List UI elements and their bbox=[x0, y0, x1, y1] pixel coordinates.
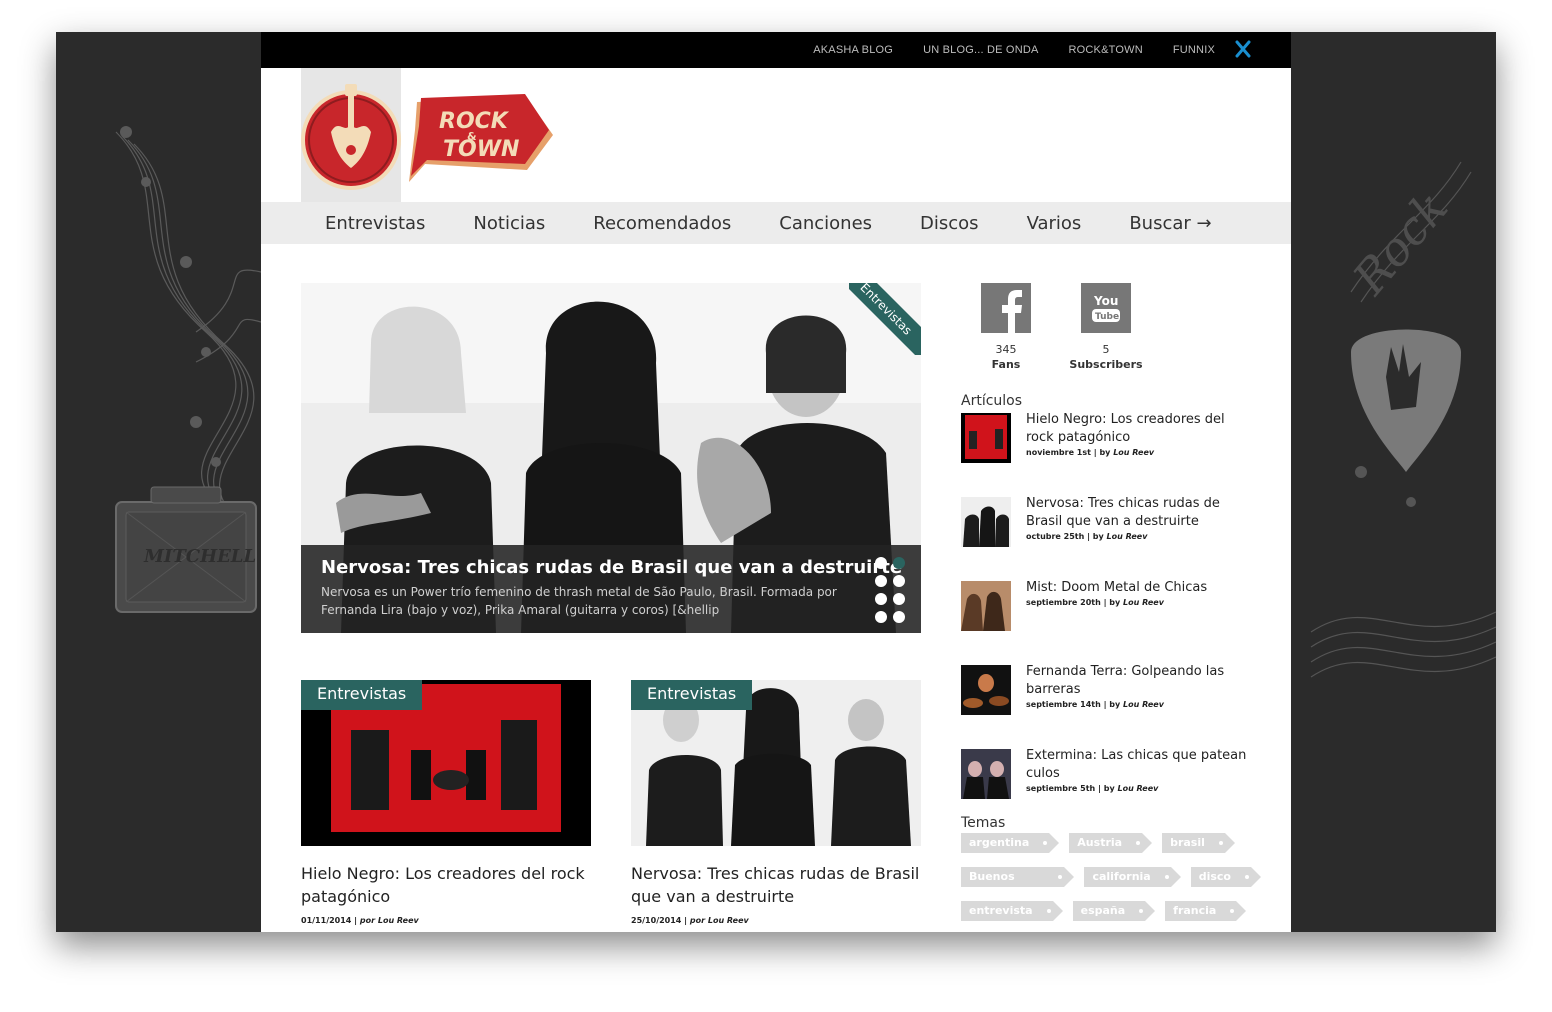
facebook-count: 345 bbox=[995, 343, 1017, 356]
nav-item-entrevistas[interactable]: Entrevistas bbox=[325, 213, 425, 234]
svg-text:TOWN: TOWN bbox=[443, 137, 519, 162]
article-item[interactable]: Hielo Negro: Los creadores del rock pata… bbox=[961, 411, 1251, 497]
guitar-logo-icon[interactable] bbox=[301, 82, 401, 198]
nav-item-buscar[interactable]: Buscar → bbox=[1129, 213, 1211, 234]
article-thumbnail[interactable] bbox=[961, 413, 1011, 463]
main-navigation: Entrevistas Noticias Recomendados Cancio… bbox=[261, 202, 1291, 244]
music-decoration-left: MITCHELL bbox=[115, 126, 261, 613]
post-title[interactable]: Nervosa: Tres chicas rudas de Brasil que… bbox=[631, 862, 921, 908]
x-close-icon[interactable] bbox=[1235, 40, 1251, 58]
facebook-label: Fans bbox=[991, 358, 1021, 371]
slide-dot[interactable] bbox=[893, 611, 905, 623]
rock-and-town-sign-logo[interactable]: ROCK & TOWN bbox=[407, 90, 557, 190]
tag-link[interactable]: Buenos Aires bbox=[961, 867, 1075, 903]
network-link[interactable]: UN BLOG... DE ONDA bbox=[923, 44, 1038, 56]
site-header: ROCK & TOWN bbox=[261, 68, 1291, 202]
network-links: AKASHA BLOG UN BLOG... DE ONDA ROCK&TOWN… bbox=[813, 32, 1215, 68]
article-thumbnail[interactable] bbox=[961, 749, 1011, 799]
article-meta: septiembre 14th | by Lou Reev bbox=[1026, 700, 1164, 709]
article-title[interactable]: Mist: Doom Metal de Chicas bbox=[1026, 579, 1251, 597]
amplifier-illustration: MITCHELL bbox=[115, 486, 257, 613]
slide-dot[interactable] bbox=[893, 593, 905, 605]
article-item[interactable]: Mist: Doom Metal de Chicas septiembre 20… bbox=[961, 579, 1251, 665]
slide-dot-active[interactable] bbox=[893, 557, 905, 569]
article-meta: septiembre 20th | by Lou Reev bbox=[1026, 598, 1164, 607]
slide-excerpt: Nervosa es un Power trío femenino de thr… bbox=[321, 585, 837, 617]
post-title[interactable]: Hielo Negro: Los creadores del rock pata… bbox=[301, 862, 591, 908]
article-thumbnail[interactable] bbox=[961, 665, 1011, 715]
article-item[interactable]: Extermina: Las chicas que patean culos s… bbox=[961, 747, 1251, 815]
slide-dot[interactable] bbox=[875, 611, 887, 623]
nav-item-canciones[interactable]: Canciones bbox=[779, 213, 872, 234]
article-title[interactable]: Hielo Negro: Los creadores del rock pata… bbox=[1026, 411, 1251, 447]
network-link[interactable]: ROCK&TOWN bbox=[1069, 44, 1143, 56]
top-bar: AKASHA BLOG UN BLOG... DE ONDA ROCK&TOWN… bbox=[261, 32, 1291, 68]
post-card: Entrevistas Nervosa: Tres chicas rudas d… bbox=[631, 680, 921, 925]
tag-cloud: argentina Austria brasil Buenos Aires ca… bbox=[961, 833, 1262, 932]
guitar-pick-illustration bbox=[1351, 329, 1461, 472]
slide-dot[interactable] bbox=[893, 575, 905, 587]
tag-link[interactable]: Austria bbox=[1069, 833, 1152, 853]
slide-dot[interactable] bbox=[875, 593, 887, 605]
rock-decoration-right: Rock bbox=[1310, 161, 1496, 678]
article-meta: octubre 25th | by Lou Reev bbox=[1026, 532, 1148, 541]
svg-text:You: You bbox=[1093, 294, 1118, 308]
sidebar: 345 Fans You Tube 5 Subscribers Artículo… bbox=[961, 283, 1262, 932]
post-thumbnail[interactable]: Entrevistas bbox=[631, 680, 921, 846]
nav-item-discos[interactable]: Discos bbox=[920, 213, 979, 234]
article-thumbnail[interactable] bbox=[961, 581, 1011, 631]
tag-link[interactable]: brasil bbox=[1162, 833, 1235, 853]
facebook-icon[interactable] bbox=[981, 283, 1031, 333]
website-page: AKASHA BLOG UN BLOG... DE ONDA ROCK&TOWN… bbox=[261, 32, 1291, 932]
article-item[interactable]: Nervosa: Tres chicas rudas de Brasil que… bbox=[961, 495, 1251, 581]
article-title[interactable]: Nervosa: Tres chicas rudas de Brasil que… bbox=[1026, 495, 1251, 531]
topics-heading: Temas bbox=[961, 815, 1006, 831]
tag-link[interactable]: argentina bbox=[961, 833, 1060, 853]
tag-link[interactable]: disco bbox=[1190, 867, 1262, 887]
featured-slider[interactable]: Entrevistas Nervosa: Tres chicas rudas d… bbox=[301, 283, 921, 633]
tag-link[interactable]: california bbox=[1084, 867, 1182, 887]
social-counters: 345 Fans You Tube 5 Subscribers bbox=[961, 283, 1251, 393]
network-link[interactable]: AKASHA BLOG bbox=[813, 44, 893, 56]
articles-heading: Artículos bbox=[961, 393, 1023, 409]
youtube-count: 5 bbox=[1102, 343, 1110, 356]
post-meta: 01/11/2014 | por Lou Reev bbox=[301, 916, 419, 925]
category-tag[interactable]: Entrevistas bbox=[631, 680, 753, 710]
article-title[interactable]: Extermina: Las chicas que patean culos bbox=[1026, 747, 1251, 783]
post-meta: 25/10/2014 | por Lou Reev bbox=[631, 916, 749, 925]
facebook-counter[interactable]: 345 Fans bbox=[961, 283, 1051, 371]
post-thumbnail[interactable]: Entrevistas bbox=[301, 680, 591, 846]
slide-dot[interactable] bbox=[875, 575, 887, 587]
tag-link[interactable]: españa bbox=[1072, 901, 1155, 921]
svg-text:Tube: Tube bbox=[1095, 312, 1119, 322]
nav-item-noticias[interactable]: Noticias bbox=[473, 213, 545, 234]
nav-item-recomendados[interactable]: Recomendados bbox=[593, 213, 731, 234]
slide-dot[interactable] bbox=[875, 557, 887, 569]
youtube-label: Subscribers bbox=[1069, 358, 1143, 371]
svg-text:MITCHELL: MITCHELL bbox=[143, 546, 256, 567]
article-meta: noviembre 1st | by Lou Reev bbox=[1026, 448, 1155, 457]
category-ribbon[interactable]: Entrevistas bbox=[849, 283, 921, 355]
slide-pagination bbox=[875, 557, 909, 625]
article-title[interactable]: Fernanda Terra: Golpeando las barreras bbox=[1026, 663, 1251, 699]
nav-item-varios[interactable]: Varios bbox=[1027, 213, 1082, 234]
article-item[interactable]: Fernanda Terra: Golpeando las barreras s… bbox=[961, 663, 1251, 749]
article-meta: septiembre 5th | by Lou Reev bbox=[1026, 784, 1159, 793]
tag-link[interactable]: entrevista bbox=[961, 901, 1063, 921]
youtube-counter[interactable]: You Tube 5 Subscribers bbox=[1061, 283, 1151, 371]
post-card: Entrevistas Hielo Negro: Los creadores d… bbox=[301, 680, 591, 925]
tag-link[interactable]: francia bbox=[1165, 901, 1247, 921]
network-link[interactable]: FUNNIX bbox=[1173, 44, 1215, 56]
youtube-icon[interactable]: You Tube bbox=[1081, 283, 1131, 333]
svg-text:Rock: Rock bbox=[1342, 181, 1459, 305]
browser-frame: MITCHELL Rock AKASHA BLOG UN BLOG... DE … bbox=[56, 32, 1496, 932]
slide-title[interactable]: Nervosa: Tres chicas rudas de Brasil que… bbox=[321, 557, 902, 578]
category-tag[interactable]: Entrevistas bbox=[301, 680, 423, 710]
slide-caption: Nervosa: Tres chicas rudas de Brasil que… bbox=[301, 545, 921, 633]
article-thumbnail[interactable] bbox=[961, 497, 1011, 547]
